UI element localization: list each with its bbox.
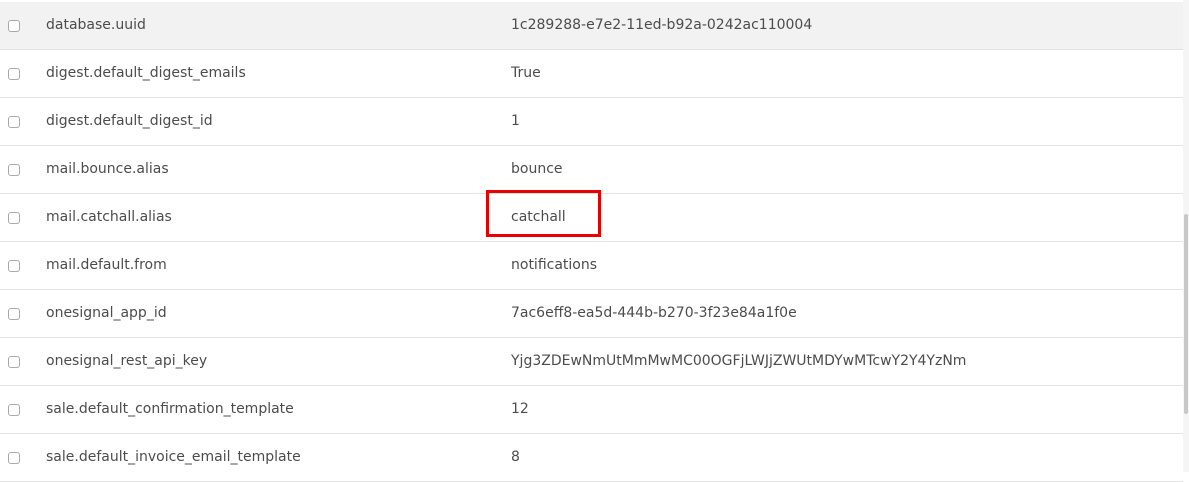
parameter-value: Yjg3ZDEwNmUtMmMwMC00OGFjLWJjZWUtMDYwMTcw… — [511, 353, 967, 369]
table-row[interactable]: onesignal_rest_api_key Yjg3ZDEwNmUtMmMwM… — [0, 338, 1183, 386]
parameter-key: onesignal_app_id — [46, 305, 167, 321]
row-checkbox[interactable] — [8, 308, 20, 320]
row-checkbox[interactable] — [8, 212, 20, 224]
parameter-key: mail.bounce.alias — [46, 161, 169, 177]
parameter-value: 7ac6eff8-ea5d-444b-b270-3f23e84a1f0e — [511, 305, 797, 321]
parameter-key: digest.default_digest_emails — [46, 65, 246, 81]
table-row[interactable]: digest.default_digest_id 1 — [0, 98, 1183, 146]
parameter-key: mail.default.from — [46, 257, 167, 273]
table-row[interactable]: mail.catchall.alias catchall — [0, 194, 1183, 242]
row-checkbox[interactable] — [8, 404, 20, 416]
system-parameters-table: database.uuid 1c289288-e7e2-11ed-b92a-02… — [0, 2, 1183, 482]
table-row[interactable]: mail.bounce.alias bounce — [0, 146, 1183, 194]
parameter-key: mail.catchall.alias — [46, 209, 172, 225]
table-row[interactable]: onesignal_app_id 7ac6eff8-ea5d-444b-b270… — [0, 290, 1183, 338]
parameter-value: 1 — [511, 113, 520, 129]
row-checkbox[interactable] — [8, 452, 20, 464]
table-row[interactable]: database.uuid 1c289288-e7e2-11ed-b92a-02… — [0, 2, 1183, 50]
table-row[interactable]: sale.default_invoice_email_template 8 — [0, 434, 1183, 482]
parameter-value: notifications — [511, 257, 598, 273]
table-row[interactable]: sale.default_confirmation_template 12 — [0, 386, 1183, 434]
row-checkbox[interactable] — [8, 20, 20, 32]
row-checkbox[interactable] — [8, 68, 20, 80]
parameter-key: digest.default_digest_id — [46, 113, 213, 129]
parameter-key: onesignal_rest_api_key — [46, 353, 208, 369]
row-checkbox[interactable] — [8, 260, 20, 272]
parameter-value: catchall — [511, 209, 566, 225]
parameter-value: True — [511, 65, 541, 81]
table-row[interactable]: digest.default_digest_emails True — [0, 50, 1183, 98]
parameter-value: bounce — [511, 161, 563, 177]
parameter-value: 8 — [511, 449, 520, 465]
parameter-key: sale.default_invoice_email_template — [46, 449, 301, 465]
table-row[interactable]: mail.default.from notifications — [0, 242, 1183, 290]
parameter-value: 1c289288-e7e2-11ed-b92a-0242ac110004 — [511, 17, 813, 33]
row-checkbox[interactable] — [8, 356, 20, 368]
parameter-key: database.uuid — [46, 17, 146, 33]
row-checkbox[interactable] — [8, 116, 20, 128]
parameter-value: 12 — [511, 401, 529, 417]
row-checkbox[interactable] — [8, 164, 20, 176]
scrollbar-thumb[interactable] — [1184, 214, 1188, 414]
vertical-scrollbar[interactable] — [1183, 0, 1189, 472]
parameter-key: sale.default_confirmation_template — [46, 401, 294, 417]
